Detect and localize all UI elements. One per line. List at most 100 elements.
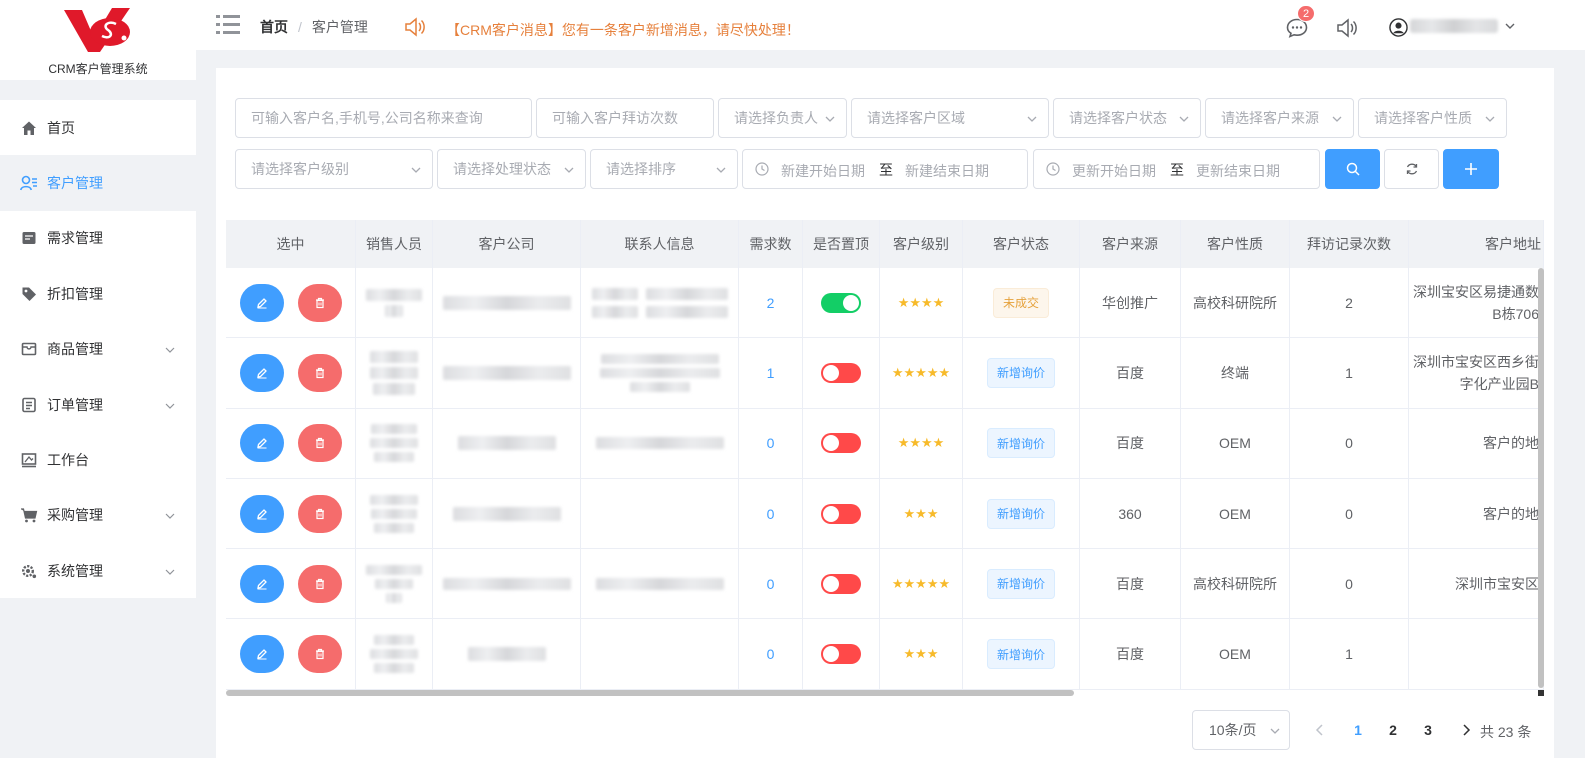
- edit-button[interactable]: [239, 353, 284, 392]
- column-header: 联系人信息: [581, 220, 739, 268]
- pin-toggle[interactable]: [821, 644, 861, 665]
- sidebar-item-6[interactable]: 工作台: [0, 432, 196, 487]
- search-placeholder: 可输入客户名,手机号,公司名称来查询: [251, 110, 483, 126]
- table-cell: [581, 338, 739, 408]
- redacted-text: [591, 305, 638, 318]
- nature-select[interactable]: 请选择客户性质: [1358, 98, 1507, 138]
- edit-icon: [256, 508, 267, 520]
- redacted-text: [375, 578, 413, 589]
- edit-button[interactable]: [239, 424, 284, 463]
- edit-button[interactable]: [239, 494, 284, 533]
- next-page-button[interactable]: [1459, 717, 1473, 743]
- redacted-text: [370, 366, 418, 379]
- search-button[interactable]: [1325, 149, 1380, 189]
- user-avatar-icon[interactable]: [1389, 18, 1408, 37]
- page-size-select[interactable]: 10条/页: [1192, 710, 1290, 750]
- edit-button[interactable]: [239, 283, 284, 322]
- message-count-badge: 2: [1297, 5, 1315, 22]
- demand-count-link[interactable]: 2: [767, 295, 775, 311]
- horizontal-scrollbar[interactable]: [226, 690, 1074, 696]
- process-status-select[interactable]: 请选择处理状态: [437, 149, 586, 189]
- page-3-button[interactable]: 3: [1414, 716, 1442, 744]
- sidebar-item-label: 需求管理: [47, 230, 103, 247]
- delete-button[interactable]: [297, 283, 342, 322]
- update-start-placeholder: 更新开始日期: [1072, 163, 1156, 179]
- search-input[interactable]: 可输入客户名,手机号,公司名称来查询: [235, 98, 532, 138]
- sidebar-item-8[interactable]: 系统管理: [0, 543, 196, 598]
- notice-text: 【CRM客户消息】您有一条客户新增消息，请尽快处理！: [446, 22, 800, 38]
- speaker-icon[interactable]: [1336, 18, 1358, 38]
- source-select[interactable]: 请选择客户来源: [1205, 98, 1354, 138]
- sort-select[interactable]: 请选择排序: [590, 149, 738, 189]
- delete-button[interactable]: [297, 635, 342, 674]
- table-cell: 0: [739, 478, 803, 549]
- level-select[interactable]: 请选择客户级别: [235, 149, 433, 189]
- table-cell: [226, 549, 356, 619]
- table-cell: [803, 338, 880, 408]
- redacted-text: [442, 295, 571, 310]
- table-cell: [433, 268, 581, 338]
- sidebar-item-4[interactable]: 商品管理: [0, 322, 196, 377]
- demand-count-link[interactable]: 0: [767, 435, 775, 451]
- pin-toggle[interactable]: [821, 573, 861, 594]
- edit-button[interactable]: [239, 564, 284, 603]
- update-date-range[interactable]: 更新开始日期 至 更新结束日期: [1033, 149, 1320, 189]
- table-cell: [356, 549, 433, 619]
- region-select[interactable]: 请选择客户区域: [851, 98, 1049, 138]
- page-1-button[interactable]: 1: [1344, 716, 1372, 744]
- chevron-down-icon[interactable]: [1504, 20, 1516, 32]
- table-row: 0 ★★★★ 新增询价 百度 OEM 0 客户的地: [226, 408, 1544, 479]
- sidebar-item-2[interactable]: 需求管理: [0, 211, 196, 266]
- document-icon: [20, 229, 38, 247]
- delete-button[interactable]: [297, 353, 342, 392]
- refresh-button[interactable]: [1384, 149, 1439, 189]
- demand-count-link[interactable]: 0: [767, 646, 775, 662]
- breadcrumb-home[interactable]: 首页: [260, 17, 288, 37]
- table-cell: OEM: [1181, 619, 1290, 689]
- visit-count: 1: [1345, 364, 1353, 381]
- demand-count-link[interactable]: 0: [767, 506, 775, 522]
- table-cell: [356, 338, 433, 408]
- pin-toggle[interactable]: [821, 292, 861, 313]
- column-header: 客户性质: [1181, 220, 1290, 268]
- redacted-text: [599, 367, 720, 378]
- main-panel: 可输入客户名,手机号,公司名称来查询 可输入客户拜访次数 请选择负责人 请选择客…: [216, 68, 1554, 758]
- table-cell: [581, 619, 739, 689]
- pin-toggle[interactable]: [821, 503, 861, 524]
- user-name-blurred[interactable]: [1410, 19, 1498, 33]
- sidebar-item-7[interactable]: 采购管理: [0, 488, 196, 543]
- delete-button[interactable]: [297, 424, 342, 463]
- pin-toggle[interactable]: [821, 433, 861, 454]
- level-stars: ★★★★: [897, 294, 945, 310]
- status-tag: 新增询价: [986, 357, 1055, 388]
- vertical-scrollbar[interactable]: [1538, 268, 1544, 688]
- visit-count-input[interactable]: 可输入客户拜访次数: [536, 98, 714, 138]
- table-cell: [1409, 619, 1544, 689]
- add-customer-button[interactable]: [1443, 149, 1499, 189]
- edit-button[interactable]: [239, 635, 284, 674]
- page-2-button[interactable]: 2: [1379, 716, 1407, 744]
- clock-icon: [755, 162, 769, 176]
- status-tag: 未成交: [992, 287, 1049, 318]
- table-cell: 客户的地: [1409, 408, 1544, 478]
- table-cell: 百度: [1080, 408, 1181, 478]
- sidebar-item-3[interactable]: 折扣管理: [0, 266, 196, 321]
- level-stars: ★★★★★: [891, 575, 951, 591]
- demand-count-link[interactable]: 1: [767, 365, 775, 381]
- sidebar-item-0[interactable]: 首页: [0, 100, 196, 155]
- redacted-text: [370, 494, 418, 505]
- hamburger-icon[interactable]: [216, 14, 240, 36]
- status-select[interactable]: 请选择客户状态: [1053, 98, 1201, 138]
- sidebar-item-1[interactable]: 客户管理: [0, 155, 196, 211]
- source-text: 百度: [1116, 435, 1144, 452]
- owner-select[interactable]: 请选择负责人: [718, 98, 847, 138]
- prev-page-button[interactable]: [1313, 717, 1327, 743]
- sidebar-item-label: 系统管理: [47, 562, 103, 579]
- table-cell: [433, 549, 581, 619]
- sidebar-item-5[interactable]: 订单管理: [0, 377, 196, 432]
- delete-button[interactable]: [297, 494, 342, 533]
- pin-toggle[interactable]: [821, 362, 861, 383]
- demand-count-link[interactable]: 0: [767, 576, 775, 592]
- create-date-range[interactable]: 新建开始日期 至 新建结束日期: [742, 149, 1028, 189]
- delete-button[interactable]: [297, 564, 342, 603]
